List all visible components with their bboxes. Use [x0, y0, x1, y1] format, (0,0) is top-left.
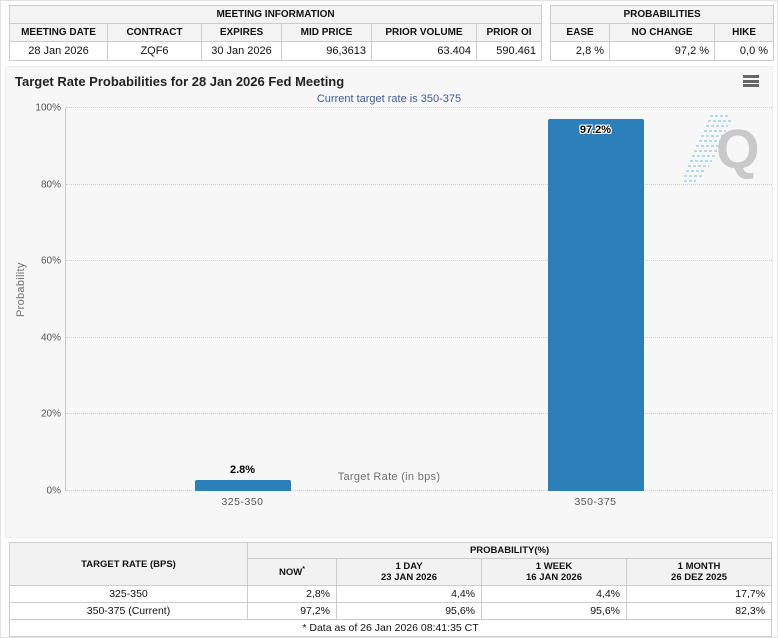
header-1-day: 1 DAY23 JAN 2026	[337, 559, 482, 586]
meeting-information-row: 28 Jan 2026 ZQF6 30 Jan 2026 96,3613 63.…	[10, 42, 542, 61]
gridline: 0%	[66, 490, 772, 491]
ease-value: 2,8 %	[551, 42, 610, 61]
y-tick-label: 0%	[47, 486, 61, 497]
now-value: 97,2%	[248, 603, 337, 620]
data-as-of-footnote: * Data as of 26 Jan 2026 08:41:35 CT	[10, 620, 772, 637]
chart-menu-button[interactable]	[743, 75, 759, 87]
quikstrike-watermark-icon: Q	[682, 108, 770, 190]
hamburger-menu-icon	[743, 75, 759, 78]
plot-area: Q 0%20%40%60%80%100%2.8%325-35097.2%350-…	[65, 108, 772, 491]
now-value: 2,8%	[248, 586, 337, 603]
y-tick-label: 100%	[35, 103, 61, 114]
y-tick-label: 40%	[41, 332, 61, 343]
hamburger-menu-icon	[743, 84, 759, 87]
hike-value: 0,0 %	[715, 42, 774, 61]
no-change-value: 97,2 %	[610, 42, 715, 61]
col-mid-price: MID PRICE	[282, 24, 372, 42]
col-ease: EASE	[551, 24, 610, 42]
gridline: 80%	[66, 184, 772, 185]
fedwatch-page: MEETING INFORMATION MEETING DATE CONTRAC…	[0, 0, 778, 638]
probability-table: TARGET RATE (BPS) PROBABILITY(%) NOW* 1 …	[9, 542, 772, 637]
table-row: 325-350 2,8% 4,4% 4,4% 17,7%	[10, 586, 772, 603]
probability-bar-350-375[interactable]	[548, 119, 644, 491]
probabilities-row: 2,8 % 97,2 % 0,0 %	[551, 42, 774, 61]
chart-subtitle: Current target rate is 350-375	[6, 93, 772, 105]
day1-value: 95,6%	[337, 603, 482, 620]
bar-value-label: 97.2%	[548, 124, 644, 136]
col-hike: HIKE	[715, 24, 774, 42]
header-1-month: 1 MONTH26 DEZ 2025	[627, 559, 772, 586]
col-expires: EXPIRES	[202, 24, 282, 42]
y-tick-label: 80%	[41, 179, 61, 190]
week1-value: 4,4%	[482, 586, 627, 603]
chart-title: Target Rate Probabilities for 28 Jan 202…	[15, 74, 344, 89]
col-meeting-date: MEETING DATE	[10, 24, 108, 42]
chart-panel: Target Rate Probabilities for 28 Jan 202…	[5, 66, 773, 538]
week1-value: 95,6%	[482, 603, 627, 620]
col-prior-oi: PRIOR OI	[477, 24, 542, 42]
prior-volume-value: 63.404	[372, 42, 477, 61]
now-asterisk: *	[302, 566, 305, 573]
meeting-date-value: 28 Jan 2026	[10, 42, 108, 61]
prior-oi-value: 590.461	[477, 42, 542, 61]
col-no-change: NO CHANGE	[610, 24, 715, 42]
y-axis-title: Probability	[15, 262, 27, 317]
x-tick-label: 350-375	[536, 496, 656, 508]
y-tick-label: 20%	[41, 409, 61, 420]
gridline: 60%	[66, 260, 772, 261]
col-contract: CONTRACT	[108, 24, 202, 42]
mid-price-value: 96,3613	[282, 42, 372, 61]
gridline: 40%	[66, 337, 772, 338]
x-axis-title: Target Rate (in bps)	[6, 471, 772, 483]
hamburger-menu-icon	[743, 80, 759, 83]
x-tick-label: 325-350	[183, 496, 303, 508]
header-probability: PROBABILITY(%)	[248, 543, 772, 559]
rate-range-label: 325-350	[10, 586, 248, 603]
contract-value: ZQF6	[108, 42, 202, 61]
meeting-information-title: MEETING INFORMATION	[10, 6, 542, 24]
header-now: NOW*	[248, 559, 337, 586]
col-prior-volume: PRIOR VOLUME	[372, 24, 477, 42]
rate-range-label: 350-375 (Current)	[10, 603, 248, 620]
header-1-week: 1 WEEK16 JAN 2026	[482, 559, 627, 586]
top-summary-row: MEETING INFORMATION MEETING DATE CONTRAC…	[1, 1, 777, 61]
meeting-information-table: MEETING INFORMATION MEETING DATE CONTRAC…	[9, 5, 542, 61]
header-target-rate: TARGET RATE (BPS)	[10, 543, 248, 586]
month1-value: 17,7%	[627, 586, 772, 603]
month1-value: 82,3%	[627, 603, 772, 620]
probabilities-summary-table: PROBABILITIES EASE NO CHANGE HIKE 2,8 % …	[550, 5, 774, 61]
gridline: 20%	[66, 413, 772, 414]
expires-value: 30 Jan 2026	[202, 42, 282, 61]
watermark-letter: Q	[716, 117, 760, 180]
probability-table-section: TARGET RATE (BPS) PROBABILITY(%) NOW* 1 …	[1, 538, 777, 637]
day1-value: 4,4%	[337, 586, 482, 603]
y-tick-label: 60%	[41, 256, 61, 267]
table-row: 350-375 (Current) 97,2% 95,6% 95,6% 82,3…	[10, 603, 772, 620]
gridline: 100%	[66, 107, 772, 108]
probabilities-title: PROBABILITIES	[551, 6, 774, 24]
